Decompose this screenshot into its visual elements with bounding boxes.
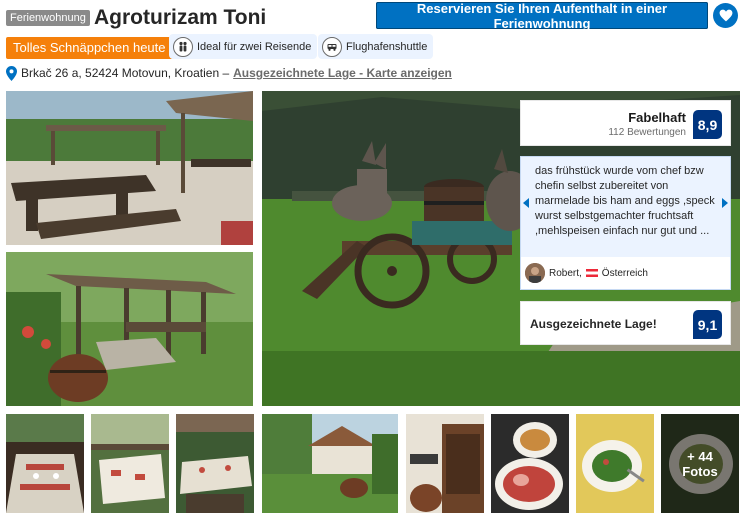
ideal-for-two-pill: Ideal für zwei Reisende — [169, 34, 318, 59]
more-photos-button[interactable]: + 44 Fotos — [661, 414, 739, 513]
more-photos-label: Fotos — [682, 463, 718, 479]
thumb-charcuterie-plate[interactable] — [491, 414, 569, 513]
guest-review-card[interactable]: das frühstück wurde vom chef bzw chefin … — [520, 156, 731, 290]
photo-pergola-garden[interactable] — [6, 252, 253, 406]
reviewer-name: Robert, — [549, 267, 582, 279]
shuttle-icon — [322, 36, 342, 57]
location-score-badge: 9,1 — [693, 310, 722, 339]
location-label: Ausgezeichnete Lage! — [530, 317, 657, 331]
review-score-badge: 8,9 — [693, 110, 722, 139]
photo-picnic-tables[interactable] — [6, 91, 253, 245]
chevron-right-icon — [722, 198, 728, 208]
reviewer-avatar — [525, 263, 545, 283]
reserve-button[interactable]: Reservieren Sie Ihren Aufenthalt in eine… — [376, 1, 708, 31]
map-link[interactable]: Ausgezeichnete Lage - Karte anzeigen — [233, 66, 452, 80]
more-photos-count: + 44 — [687, 448, 713, 464]
airport-shuttle-pill: Flughafenshuttle — [318, 34, 434, 59]
review-text: das frühstück wurde vom chef bzw chefin … — [535, 165, 715, 237]
review-prev-button[interactable] — [521, 195, 531, 211]
pill-label: Flughafenshuttle — [346, 40, 428, 53]
map-pin-icon — [6, 65, 17, 81]
thumb-long-table[interactable] — [6, 414, 84, 513]
review-score-card[interactable]: Fabelhaft 112 Bewertungen 8,9 — [520, 100, 731, 146]
austria-flag-icon — [585, 269, 598, 277]
reviewer-country: Österreich — [601, 267, 648, 279]
thumb-covered-table[interactable] — [176, 414, 254, 513]
address-text: Brkač 26 a, 52424 Motovun, Kroatien – — [21, 66, 230, 80]
review-next-button[interactable] — [720, 195, 730, 211]
score-word: Fabelhaft — [628, 110, 686, 125]
property-type-badge: Ferienwohnung — [6, 10, 90, 26]
review-count: 112 Bewertungen — [608, 127, 686, 138]
thumb-house-garden[interactable] — [262, 414, 398, 513]
couple-icon — [173, 36, 193, 57]
hotel-name: Agroturizam Toni — [94, 6, 267, 29]
location-score-card[interactable]: Ausgezeichnete Lage! 9,1 — [520, 301, 731, 345]
heart-icon — [719, 9, 732, 22]
thumb-salad-dish[interactable] — [576, 414, 654, 513]
review-author-row: Robert, Österreich — [521, 257, 730, 289]
more-photos-overlay: + 44 Fotos — [661, 414, 739, 513]
pill-label: Ideal für zwei Reisende — [197, 40, 312, 53]
chevron-left-icon — [523, 198, 529, 208]
address-row: Brkač 26 a, 52424 Motovun, Kroatien – Au… — [6, 64, 452, 82]
save-to-wishlist-button[interactable] — [713, 3, 738, 28]
thumb-wine-cellar[interactable] — [406, 414, 484, 513]
thumb-set-table[interactable] — [91, 414, 169, 513]
deal-badge: Tolles Schnäppchen heute — [6, 37, 173, 59]
